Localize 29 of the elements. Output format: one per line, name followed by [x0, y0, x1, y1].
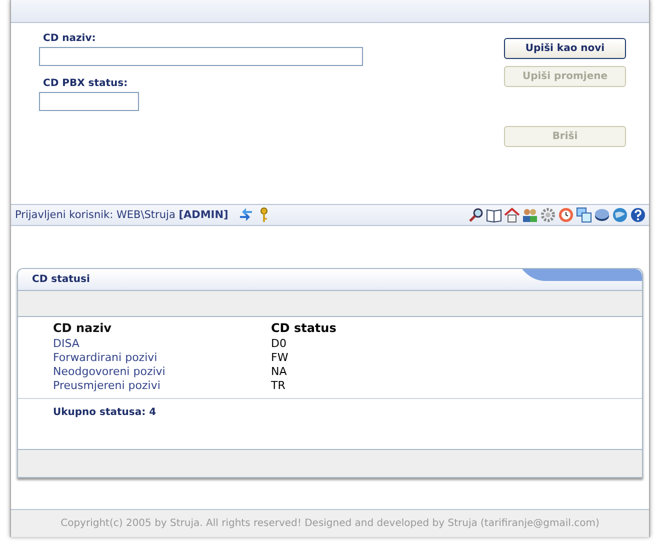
book-icon[interactable] — [486, 207, 502, 223]
disk-icon[interactable] — [594, 207, 610, 223]
arrows-icon[interactable] — [238, 207, 254, 223]
input-field[interactable] — [39, 47, 363, 66]
gear-icon[interactable] — [540, 207, 556, 223]
field-label: CD naziv: — [43, 33, 96, 44]
status-name-link[interactable]: DISA — [53, 336, 271, 350]
home-icon[interactable] — [504, 207, 520, 223]
table-cell: NA — [271, 364, 287, 378]
status-name-link[interactable]: Preusmjereni pozivi — [53, 378, 271, 392]
column-header: CD naziv — [53, 321, 113, 335]
status-name-link[interactable]: Forwardirani pozivi — [53, 350, 271, 364]
column-header: CD status — [271, 321, 336, 335]
total-count: Ukupno statusa: 4 — [53, 407, 156, 418]
search-icon[interactable] — [468, 207, 484, 223]
windows-icon[interactable] — [576, 207, 592, 223]
table-cell: TR — [271, 378, 286, 392]
table-cell: D0 — [271, 336, 286, 350]
clock-icon[interactable] — [558, 207, 574, 223]
help-icon[interactable] — [630, 207, 646, 223]
users-icon[interactable] — [522, 207, 538, 223]
status-name-link[interactable]: Neodgovoreni pozivi — [53, 364, 271, 378]
panel-title: CD statusi — [32, 274, 90, 285]
action-button[interactable]: Upiši kao novi — [504, 38, 626, 59]
field-label: CD PBX status: — [43, 78, 128, 89]
table-cell: FW — [271, 350, 288, 364]
logged-user-text: Prijavljeni korisnik: WEB\Struja [ADMIN] — [15, 209, 228, 221]
input-field[interactable] — [39, 92, 139, 111]
copyright-text: Copyright(c) 2005 by Struja. All rights reserved! Designed and developed by Struja (tarifiranje@gmail.com) — [60, 518, 600, 529]
